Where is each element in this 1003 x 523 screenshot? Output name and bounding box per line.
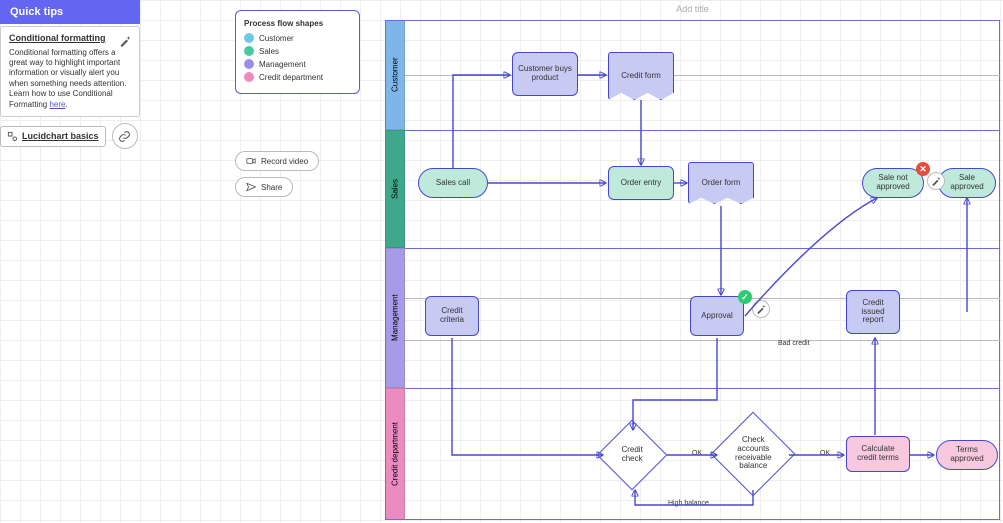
edge-label-ok: OK [820,450,830,457]
legend-item: Customer [244,33,351,43]
node-sale-not-approved[interactable]: Sale not approved [862,168,924,198]
floating-actions: Record video Share [235,145,319,197]
video-icon [246,156,256,166]
node-order-form[interactable]: Order form [688,162,754,204]
node-calculate-credit-terms[interactable]: Calculate credit terms [846,436,910,472]
edge-label-ok: OK [692,450,702,457]
node-credit-criteria[interactable]: Credit criteria [425,296,479,336]
magic-wand-icon [118,34,132,48]
conditional-format-indicator-icon[interactable] [927,172,945,190]
tip-title: Conditional formatting [9,33,131,45]
node-customer-buys-product[interactable]: Customer buys product [512,52,578,96]
quick-tips-header: Quick tips [0,0,140,24]
conditional-format-indicator-icon[interactable] [752,300,770,318]
share-button[interactable]: Share [235,177,293,197]
tip-link-here[interactable]: here [49,100,65,109]
link-icon[interactable] [112,123,138,149]
check-badge-icon: ✓ [738,290,752,304]
shapes-icon [7,131,18,142]
record-video-button[interactable]: Record video [235,151,319,171]
node-credit-form[interactable]: Credit form [608,52,674,100]
basics-label: Lucidchart basics [22,131,99,141]
legend-item: Credit department [244,72,351,82]
node-approval[interactable]: Approval [690,296,744,336]
error-badge-icon: ✕ [916,162,930,176]
legend-item: Sales [244,46,351,56]
send-icon [246,182,256,192]
node-terms-approved[interactable]: Terms approved [936,440,998,470]
diagram-title-input[interactable]: Add title [385,0,1000,18]
node-sales-call[interactable]: Sales call [418,168,488,198]
tip-card-conditional-formatting: Conditional formatting Conditional forma… [0,26,140,117]
node-order-entry[interactable]: Order entry [608,166,674,200]
legend-title: Process flow shapes [244,19,351,28]
legend-item: Management [244,59,351,69]
lucidchart-basics-button[interactable]: Lucidchart basics [0,126,106,147]
node-sale-approved[interactable]: Sale approved [938,168,996,198]
quick-tips-panel: Quick tips Conditional formatting Condit… [0,0,140,149]
legend-process-flow-shapes[interactable]: Process flow shapes Customer Sales Manag… [235,10,360,94]
edge-label-bad-credit: Bad credit [778,340,810,347]
node-credit-issued-report[interactable]: Credit issued report [846,290,900,334]
edge-label-high-balance: High balance [668,500,709,507]
